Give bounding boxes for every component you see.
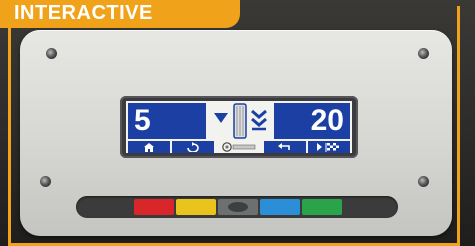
right-double-down-arrow-icon	[251, 109, 267, 131]
blue-key[interactable]	[260, 199, 300, 215]
home-icon	[144, 143, 154, 152]
right-value-readout: 20	[274, 103, 350, 139]
left-down-arrow-icon	[214, 113, 228, 123]
yellow-key[interactable]	[176, 199, 216, 215]
lcd-screen: 5 20	[126, 101, 352, 153]
red-key[interactable]	[134, 199, 174, 215]
rotate-icon	[187, 142, 199, 152]
screw-icon	[418, 176, 429, 187]
screw-icon	[418, 48, 429, 59]
center-key-dot	[228, 202, 248, 212]
tire-indicator	[208, 103, 272, 139]
softkey-finish[interactable]	[308, 141, 350, 153]
softkey-row	[128, 141, 350, 153]
display-bezel: 5 20	[120, 96, 358, 158]
tire-icon	[222, 142, 256, 152]
softkey-tire[interactable]	[216, 141, 262, 153]
softkey-rotate[interactable]	[172, 141, 214, 153]
interactive-badge: INTERACTIVE	[0, 0, 240, 28]
screw-icon	[40, 176, 51, 187]
finish-flag-icon	[317, 143, 339, 152]
control-panel: 5 20	[20, 30, 452, 236]
softkey-home[interactable]	[128, 141, 170, 153]
green-key[interactable]	[302, 199, 342, 215]
gray-key[interactable]	[218, 199, 258, 215]
back-arrow-icon	[278, 143, 290, 150]
color-key-bar	[76, 196, 398, 218]
left-value-readout: 5	[128, 103, 206, 139]
screw-icon	[46, 48, 57, 59]
softkey-back[interactable]	[264, 141, 306, 153]
